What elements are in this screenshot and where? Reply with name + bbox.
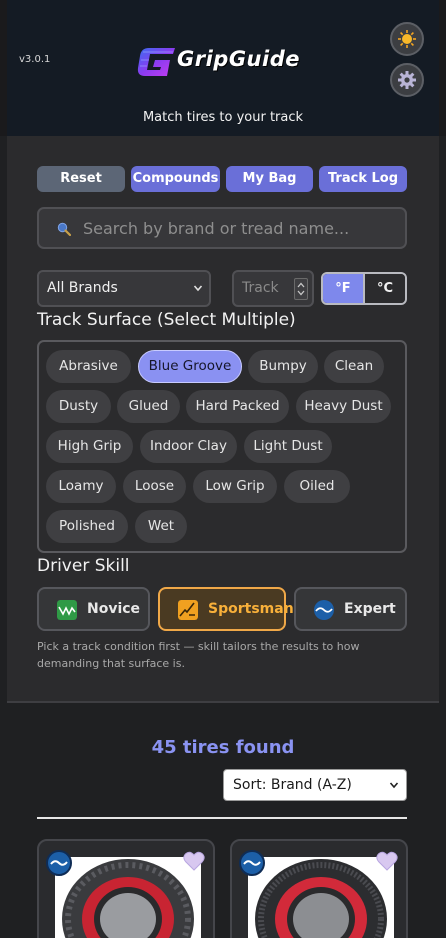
version-label: v3.0.1 [19,54,51,65]
search-input[interactable] [83,209,393,247]
surface-chip-group: Abrasive Blue Groove Bumpy Clean Dusty G… [37,340,407,553]
unit-fahrenheit-button[interactable]: °F [323,274,363,303]
track-temp-placeholder: Track Temp [242,280,279,296]
chevron-down-icon [193,285,203,292]
surface-chip-clean[interactable]: Clean [324,350,384,383]
app-header: v3.0.1 GripGuide Match tires to your tra… [0,0,446,136]
compounds-button[interactable]: Compounds [131,166,220,192]
brand-select[interactable]: All Brands [37,270,211,307]
surface-chip-hard-packed[interactable]: Hard Packed [186,390,289,423]
sort-select-value: Sort: Brand (A-Z) [233,777,352,793]
surface-chip-indoor-clay[interactable]: Indoor Clay [140,430,237,463]
heart-icon[interactable] [376,851,398,871]
temp-unit-toggle: °F °C [321,272,407,305]
surface-chip-oiled[interactable]: Oiled [284,470,350,503]
gear-icon [398,71,416,89]
app-name: GripGuide [177,47,300,71]
surface-chip-low-grip[interactable]: Low Grip [193,470,277,503]
surface-chip-abrasive[interactable]: Abrasive [46,350,131,383]
surface-chip-polished[interactable]: Polished [46,510,128,543]
tire-card[interactable] [230,839,408,938]
spinner-arrows-icon [297,282,305,296]
reset-button[interactable]: Reset [37,166,125,192]
surface-chip-loose[interactable]: Loose [123,470,186,503]
skill-expert-button[interactable]: Expert [294,587,407,631]
track-surface-title: Track Surface (Select Multiple) [37,310,296,330]
skill-sportsman-label: Sportsman [208,601,294,617]
settings-button[interactable] [390,63,424,97]
heart-icon[interactable] [183,851,205,871]
expert-icon [314,600,334,620]
surface-chip-glued[interactable]: Glued [117,390,180,423]
tire-photo [55,857,201,938]
surface-chip-wet[interactable]: Wet [135,510,187,543]
surface-chip-blue-groove[interactable]: Blue Groove [138,350,242,383]
sun-icon [398,30,416,48]
skill-novice-label: Novice [87,601,141,617]
surface-chip-dusty[interactable]: Dusty [46,390,111,423]
section-divider [7,701,439,703]
app-logo: GripGuide [135,40,315,80]
chevron-down-icon [389,782,399,789]
temp-spinner[interactable] [294,278,308,300]
control-panel: Reset Compounds My Bag Track Log All Bra… [7,136,439,702]
surface-chip-loamy[interactable]: Loamy [46,470,116,503]
skill-expert-label: Expert [344,601,396,617]
unit-celsius-button[interactable]: °C [363,274,405,303]
tire-image [55,857,201,938]
expert-badge-icon [239,850,265,876]
logo-mark [137,48,175,76]
tire-image [248,857,394,938]
brand-select-value: All Brands [47,280,118,296]
surface-chip-heavy-dust[interactable]: Heavy Dust [296,390,391,423]
tire-card[interactable] [37,839,215,938]
novice-icon [57,600,77,620]
theme-toggle-button[interactable] [390,22,424,56]
skill-novice-button[interactable]: Novice [37,587,150,631]
results-divider [37,817,407,819]
sort-select[interactable]: Sort: Brand (A-Z) [223,769,407,801]
track-temp-input[interactable]: Track Temp [232,270,314,307]
tire-photo [248,857,394,938]
expert-badge-icon [46,850,72,876]
my-bag-button[interactable]: My Bag [226,166,313,192]
sportsman-icon [178,600,198,620]
track-log-button[interactable]: Track Log [319,166,407,192]
driver-skill-title: Driver Skill [37,556,130,576]
results-count: 45 tires found [151,737,295,758]
skill-sportsman-button[interactable]: Sportsman [158,587,294,631]
surface-chip-light-dust[interactable]: Light Dust [244,430,332,463]
surface-chip-bumpy[interactable]: Bumpy [248,350,318,383]
tagline: Match tires to your track [142,110,304,125]
search-box [37,207,407,249]
surface-chip-high-grip[interactable]: High Grip [46,430,133,463]
skill-hint-text: Pick a track condition first — skill tai… [37,640,360,670]
search-icon [57,222,71,236]
